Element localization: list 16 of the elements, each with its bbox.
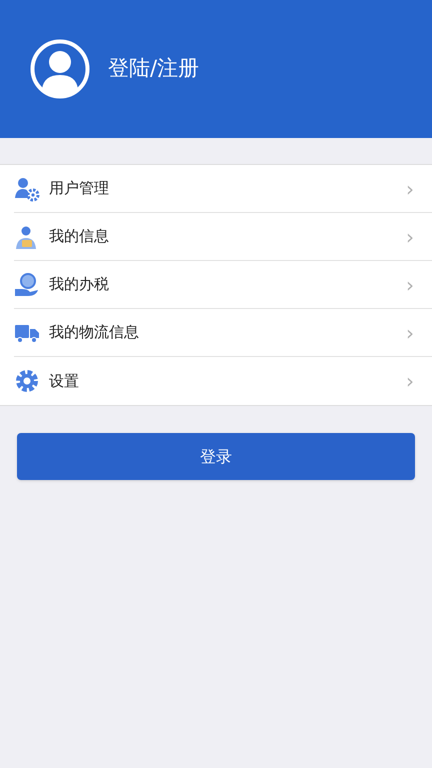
menu-item[interactable]: 设置 › (14, 357, 432, 405)
settings-icon (14, 368, 40, 394)
chevron-icon: › (406, 366, 414, 396)
login-button[interactable]: 登录 (17, 433, 415, 480)
chevron-icon: › (406, 174, 414, 204)
user-gear-icon (14, 176, 40, 202)
menu-item[interactable]: 我的物流信息 › (14, 309, 432, 357)
login-register-link[interactable]: 登陆/注册 (108, 53, 200, 85)
chevron-icon: › (406, 318, 414, 348)
menu-item[interactable]: 我的信息 › (14, 213, 432, 261)
chevron-icon: › (406, 270, 414, 300)
chevron-icon: › (406, 222, 414, 252)
menu-item[interactable]: 用户管理 › (14, 165, 432, 213)
hand-coin-icon (14, 272, 40, 298)
menu-item[interactable]: 我的办税 › (14, 261, 432, 309)
avatar-icon[interactable] (30, 39, 90, 99)
